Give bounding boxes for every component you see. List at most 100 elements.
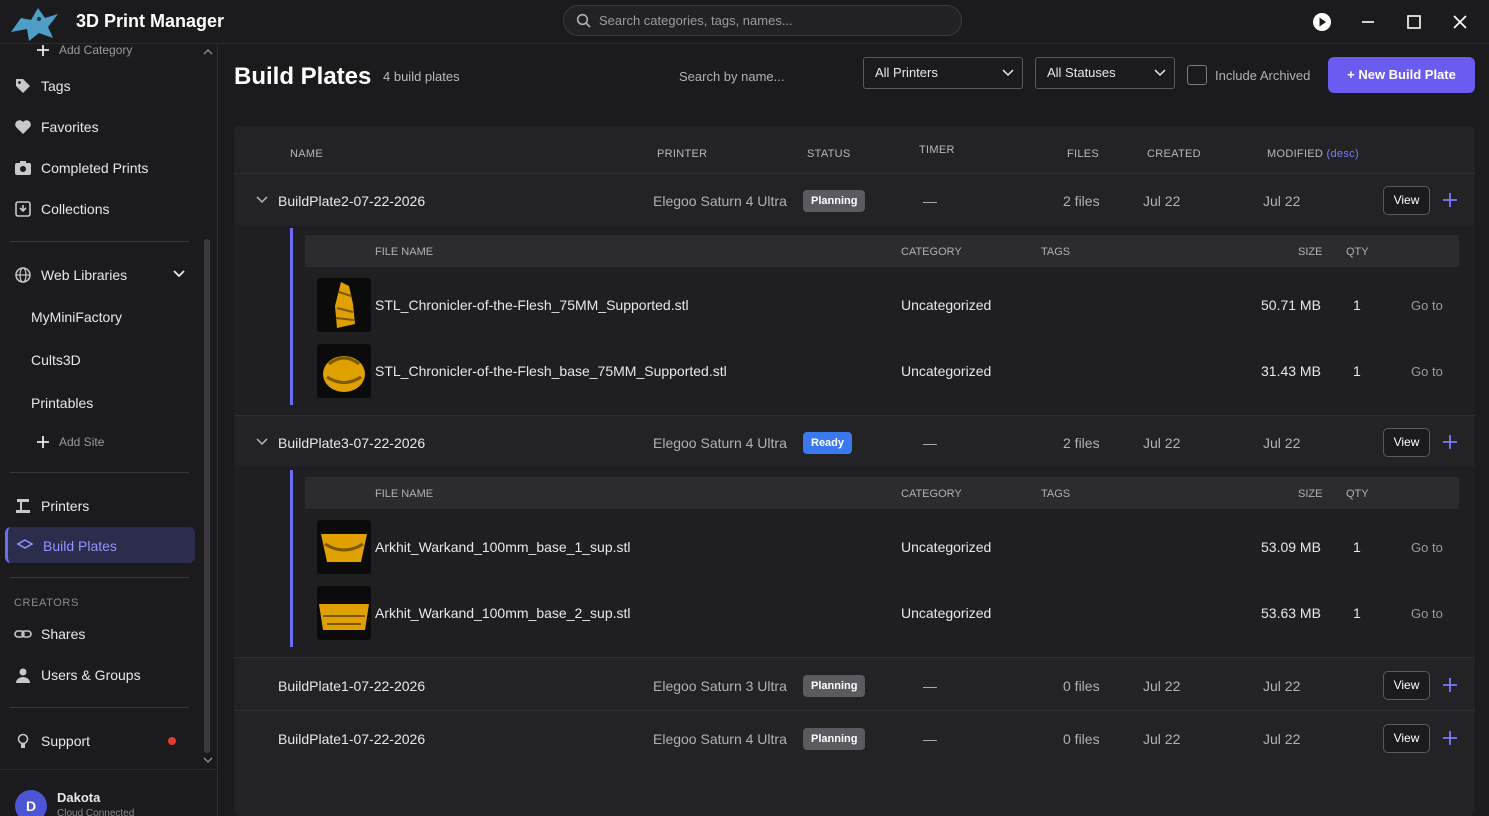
sidebar-item-label: Printers [41,498,90,514]
sidebar-item-favorites[interactable]: Favorites [14,115,99,139]
sidebar-item-build-plates-content[interactable]: Build Plates [16,534,117,558]
sidebar-item-tags[interactable]: Tags [14,74,71,98]
file-name[interactable]: STL_Chronicler-of-the-Flesh_base_75MM_Su… [375,363,727,379]
view-button[interactable]: View [1383,671,1430,700]
plate-printer: Elegoo Saturn 3 Ultra [653,678,787,694]
add-icon[interactable] [1442,730,1458,746]
file-header-name: FILE NAME [375,488,434,500]
go-to-link[interactable]: Go to [1411,540,1443,555]
sidebar-item-users-groups[interactable]: Users & Groups [14,663,141,687]
plate-timer: — [923,731,937,747]
file-thumbnail [317,586,371,640]
table-row[interactable]: BuildPlate1-07-22-2026 Elegoo Saturn 4 U… [234,710,1475,763]
file-name[interactable]: Arkhit_Warkand_100mm_base_2_sup.stl [375,605,631,621]
file-name[interactable]: Arkhit_Warkand_100mm_base_1_sup.stl [375,539,631,555]
global-search-input[interactable]: Search categories, tags, names... [563,5,962,36]
sidebar-item-collections[interactable]: Collections [14,197,109,221]
go-to-link[interactable]: Go to [1411,298,1443,313]
heart-icon [15,120,31,134]
plate-printer: Elegoo Saturn 4 Ultra [653,435,787,451]
status-badge: Planning [803,728,866,750]
lightbulb-icon [17,733,29,748]
plate-modified: Jul 22 [1263,435,1301,451]
sidebar-item-completed-prints[interactable]: Completed Prints [14,156,148,180]
build-plate-files-panel: FILE NAME CATEGORY TAGS SIZE QTY STL_Chr… [234,225,1475,415]
new-build-plate-button[interactable]: + New Build Plate [1328,57,1475,93]
column-header-name[interactable]: NAME [290,148,323,160]
sidebar-item-printers[interactable]: Printers [14,494,89,518]
file-name[interactable]: STL_Chronicler-of-the-Flesh_75MM_Support… [375,297,689,313]
plate-created: Jul 22 [1143,678,1181,694]
file-category: Uncategorized [901,605,992,621]
file-category: Uncategorized [901,539,992,555]
include-archived-checkbox[interactable] [1187,65,1207,85]
plate-printer: Elegoo Saturn 4 Ultra [653,193,787,209]
table-row[interactable]: BuildPlate3-07-22-2026 Elegoo Saturn 4 U… [234,415,1475,467]
add-icon[interactable] [1442,434,1458,450]
table-row[interactable]: BuildPlate2-07-22-2026 Elegoo Saturn 4 U… [234,173,1475,225]
play-icon[interactable] [1311,11,1333,33]
include-archived-label: Include Archived [1215,68,1311,83]
view-button[interactable]: View [1383,428,1430,457]
column-header-timer[interactable]: TIMER [919,144,955,156]
build-plate-files-panel: FILE NAME CATEGORY TAGS SIZE QTY Arkhit_… [234,467,1475,657]
go-to-link[interactable]: Go to [1411,606,1443,621]
web-library-myminifactory[interactable]: MyMiniFactory [31,309,122,325]
file-header-name: FILE NAME [375,246,434,258]
view-button[interactable]: View [1383,724,1430,753]
layers-icon [16,539,34,549]
plate-printer: Elegoo Saturn 4 Ultra [653,731,787,747]
chevron-down-icon[interactable] [256,438,268,446]
expand-rail [290,228,293,405]
scroll-up-icon[interactable] [203,49,213,55]
name-search-input[interactable]: Search by name... [679,69,785,84]
plate-name: BuildPlate1-07-22-2026 [278,678,426,694]
user-profile[interactable]: D Dakota Cloud Connected [0,769,217,816]
status-filter-select[interactable]: All Statuses [1035,57,1175,89]
close-icon[interactable] [1449,11,1471,33]
file-qty: 1 [1353,539,1361,555]
sidebar-item-shares[interactable]: Shares [14,622,85,646]
minimize-icon[interactable] [1357,11,1379,33]
sidebar: Add Category Tags Favorites Completed Pr… [0,45,218,816]
modified-header-label: MODIFIED [1267,148,1324,160]
expand-rail [290,470,293,647]
globe-icon [15,267,31,283]
plate-files: 0 files [1063,678,1100,694]
table-row[interactable]: BuildPlate1-07-22-2026 Elegoo Saturn 3 U… [234,657,1475,710]
column-header-modified[interactable]: MODIFIED (desc) [1267,148,1359,160]
view-button[interactable]: View [1383,186,1430,215]
column-header-created[interactable]: CREATED [1147,148,1201,160]
add-category-button[interactable]: Add Category [36,45,132,62]
plate-timer: — [923,193,937,209]
plus-icon [37,45,49,56]
sidebar-item-support[interactable]: Support [14,729,90,753]
printer-filter-select[interactable]: All Printers [863,57,1023,89]
link-icon [14,630,32,638]
chevron-down-icon[interactable] [256,196,268,204]
web-library-printables[interactable]: Printables [31,395,93,411]
web-library-cults3d[interactable]: Cults3D [31,352,81,368]
dragon-logo-icon [11,8,58,41]
column-header-files[interactable]: FILES [1067,148,1099,160]
column-header-status[interactable]: STATUS [807,148,851,160]
add-icon[interactable] [1442,677,1458,693]
plate-files: 2 files [1063,435,1100,451]
file-category: Uncategorized [901,297,992,313]
scroll-down-icon[interactable] [203,757,213,763]
go-to-link[interactable]: Go to [1411,364,1443,379]
plate-name: BuildPlate3-07-22-2026 [278,435,426,451]
build-plates-table: NAME PRINTER STATUS TIMER FILES CREATED … [234,126,1475,816]
column-header-printer[interactable]: PRINTER [657,148,707,160]
maximize-icon[interactable] [1403,11,1425,33]
sidebar-item-label: Users & Groups [41,667,141,683]
sidebar-scrollbar[interactable] [204,239,210,753]
printer-icon [16,499,30,513]
web-libraries-toggle[interactable]: Web Libraries [14,263,194,287]
add-site-button[interactable]: Add Site [36,430,104,454]
add-icon[interactable] [1442,192,1458,208]
sidebar-item-label: Support [41,733,91,749]
file-thumbnail [317,344,371,398]
creators-section-label: CREATORS [14,597,79,609]
sidebar-item-label: Favorites [41,119,99,135]
